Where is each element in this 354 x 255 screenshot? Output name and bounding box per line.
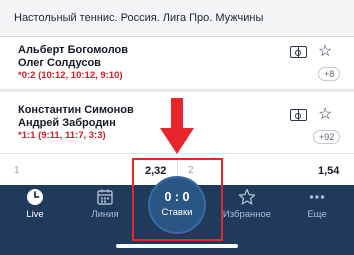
match-score: *0:2 (10:12, 10:12, 9:10) xyxy=(18,70,123,81)
team2-name: Андрей Забродин xyxy=(18,117,116,129)
league-title: Настольный теннис. Россия. Лига Про. Муж… xyxy=(14,12,264,24)
team1-name: Альберт Богомолов xyxy=(18,44,129,56)
calendar-icon xyxy=(97,189,113,205)
clock-icon xyxy=(27,189,43,205)
tab-line-label: Линия xyxy=(91,209,119,220)
highlight-box xyxy=(132,158,223,241)
tab-more[interactable]: Еще xyxy=(282,188,352,220)
more-dots-icon xyxy=(309,195,325,199)
tab-live-label: Live xyxy=(26,209,44,220)
more-markets-badge[interactable]: +8 xyxy=(318,67,341,81)
team2-name: Олег Солдусов xyxy=(18,57,101,69)
odd-value-2[interactable]: 1,54 xyxy=(318,165,339,177)
team1-name: Константин Симонов xyxy=(18,104,134,116)
tab-more-label: Еще xyxy=(307,209,327,220)
field-icon[interactable] xyxy=(290,109,307,121)
more-markets-badge[interactable]: +92 xyxy=(313,130,341,144)
home-indicator xyxy=(116,244,238,248)
tab-line[interactable]: Линия xyxy=(70,188,140,220)
league-header[interactable]: Настольный теннис. Россия. Лига Про. Муж… xyxy=(0,0,354,37)
star-icon[interactable]: ☆ xyxy=(318,44,332,60)
field-icon[interactable] xyxy=(290,46,307,58)
tab-live[interactable]: Live xyxy=(0,188,70,220)
star-outline-icon xyxy=(238,188,256,205)
odd-label-1[interactable]: 1 xyxy=(14,165,20,176)
match-row[interactable]: Альберт Богомолов Олег Солдусов *0:2 (10… xyxy=(0,37,354,90)
arrow-down-icon xyxy=(160,98,194,154)
match-score: *1:1 (9:11, 11:7, 3:3) xyxy=(18,130,106,141)
star-icon[interactable]: ☆ xyxy=(318,107,332,123)
